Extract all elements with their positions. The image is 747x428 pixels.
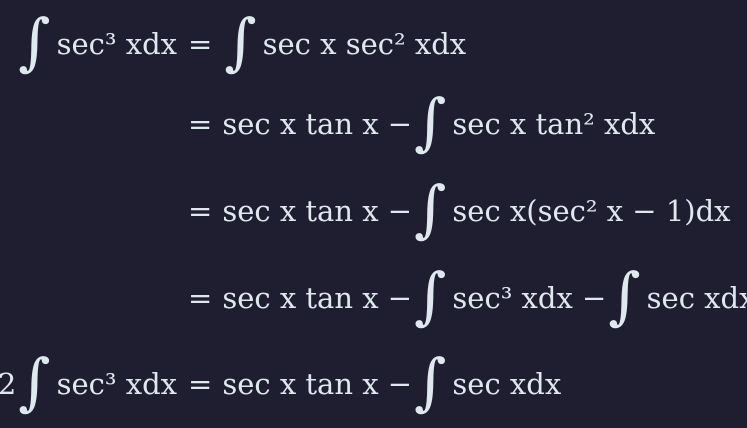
rhs-term: sec x tan x − bbox=[222, 194, 413, 228]
equals-sign: = bbox=[188, 281, 213, 315]
integral-sign: ∫ bbox=[18, 345, 51, 418]
rhs-term: sec x sec² xdx bbox=[262, 27, 467, 61]
equation-rhs: = sec x tan x − ∫ sec³ xdx − ∫ sec xdx bbox=[188, 254, 747, 342]
equals-sign: = bbox=[188, 367, 213, 401]
rhs-term: sec xdx bbox=[452, 367, 562, 401]
equation-row-1: ∫ sec³ xdx = ∫ sec x sec² xdx bbox=[0, 0, 747, 88]
equation-row-3: = sec x tan x − ∫ sec x(sec² x − 1)dx bbox=[0, 167, 747, 255]
equals-sign: = bbox=[188, 27, 213, 61]
integral-sign: ∫ bbox=[414, 345, 447, 418]
equation-rhs: = ∫ sec x sec² xdx bbox=[188, 0, 466, 88]
equation-row-5: 2 ∫ sec³ xdx = sec x tan x − ∫ sec xdx bbox=[0, 340, 747, 428]
lhs-coefficient: 2 bbox=[0, 367, 17, 401]
integral-sign: ∫ bbox=[224, 5, 257, 78]
equals-sign: = bbox=[188, 194, 213, 228]
equals-sign: = bbox=[188, 107, 213, 141]
rhs-term: sec x tan x − bbox=[222, 367, 413, 401]
equation-row-4: = sec x tan x − ∫ sec³ xdx − ∫ sec xdx bbox=[0, 254, 747, 342]
equation-rhs: = sec x tan x − ∫ sec x(sec² x − 1)dx bbox=[188, 167, 731, 255]
integral-sign: ∫ bbox=[414, 259, 447, 332]
integral-sign: ∫ bbox=[608, 259, 641, 332]
equation-block: ∫ sec³ xdx = ∫ sec x sec² xdx = sec x ta… bbox=[0, 0, 747, 422]
equation-lhs: 2 ∫ sec³ xdx bbox=[0, 340, 177, 428]
lhs-integrand: sec³ xdx bbox=[56, 27, 177, 61]
equation-row-2: = sec x tan x − ∫ sec x tan² xdx bbox=[0, 80, 747, 168]
equation-rhs: = sec x tan x − ∫ sec xdx bbox=[188, 340, 561, 428]
rhs-term: sec x tan x − bbox=[222, 281, 413, 315]
integral-sign: ∫ bbox=[18, 5, 51, 78]
integral-sign: ∫ bbox=[414, 172, 447, 245]
rhs-term: sec x tan² xdx bbox=[452, 107, 656, 141]
equation-rhs: = sec x tan x − ∫ sec x tan² xdx bbox=[188, 80, 655, 168]
rhs-term: sec³ xdx − bbox=[452, 281, 607, 315]
rhs-term: sec x tan x − bbox=[222, 107, 413, 141]
rhs-term: sec xdx bbox=[646, 281, 747, 315]
lhs-integrand: sec³ xdx bbox=[56, 367, 177, 401]
integral-sign: ∫ bbox=[414, 85, 447, 158]
equation-lhs: ∫ sec³ xdx bbox=[16, 0, 177, 88]
rhs-term: sec x(sec² x − 1)dx bbox=[452, 194, 731, 228]
